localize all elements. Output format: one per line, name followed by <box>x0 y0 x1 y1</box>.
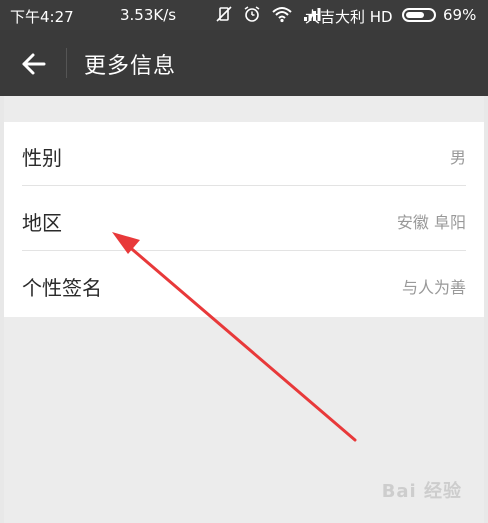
status-time: 下午4:27 <box>10 8 74 26</box>
page-title: 更多信息 <box>84 54 177 79</box>
row-value: 男 <box>449 148 466 167</box>
battery-icon <box>402 8 436 22</box>
app-bar: 更多信息 <box>0 30 488 96</box>
status-network-speed: 3.53K/s <box>120 6 177 24</box>
status-bar: 下午4:27 3.53K/s 大吉大利 HD 69% <box>0 0 488 30</box>
vibrate-off-icon <box>216 6 232 22</box>
row-label: 性别 <box>22 146 62 170</box>
watermark: Bai 经验 <box>381 481 462 502</box>
row-value: 安徽 阜阳 <box>396 213 466 232</box>
row-region[interactable]: 地区 安徽 阜阳 <box>4 187 484 251</box>
wifi-icon <box>272 7 292 23</box>
back-button[interactable] <box>18 48 50 80</box>
row-signature[interactable]: 个性签名 与人为善 <box>4 252 484 316</box>
info-list: 性别 男 地区 安徽 阜阳 个性签名 与人为善 <box>4 122 484 317</box>
battery-level-fill <box>406 12 424 18</box>
status-battery-percent: 69% <box>443 6 477 24</box>
row-value: 与人为善 <box>401 278 466 297</box>
row-divider <box>22 250 466 251</box>
arrow-left-icon <box>22 53 46 75</box>
app-bar-divider <box>66 48 67 78</box>
row-gender[interactable]: 性别 男 <box>4 122 484 186</box>
status-carrier: 大吉大利 HD <box>305 8 393 26</box>
row-divider <box>22 185 466 186</box>
alarm-clock-icon <box>244 6 260 22</box>
row-label: 地区 <box>22 211 62 235</box>
row-label: 个性签名 <box>22 276 102 300</box>
content-area: 性别 男 地区 安徽 阜阳 个性签名 与人为善 <box>4 96 484 523</box>
